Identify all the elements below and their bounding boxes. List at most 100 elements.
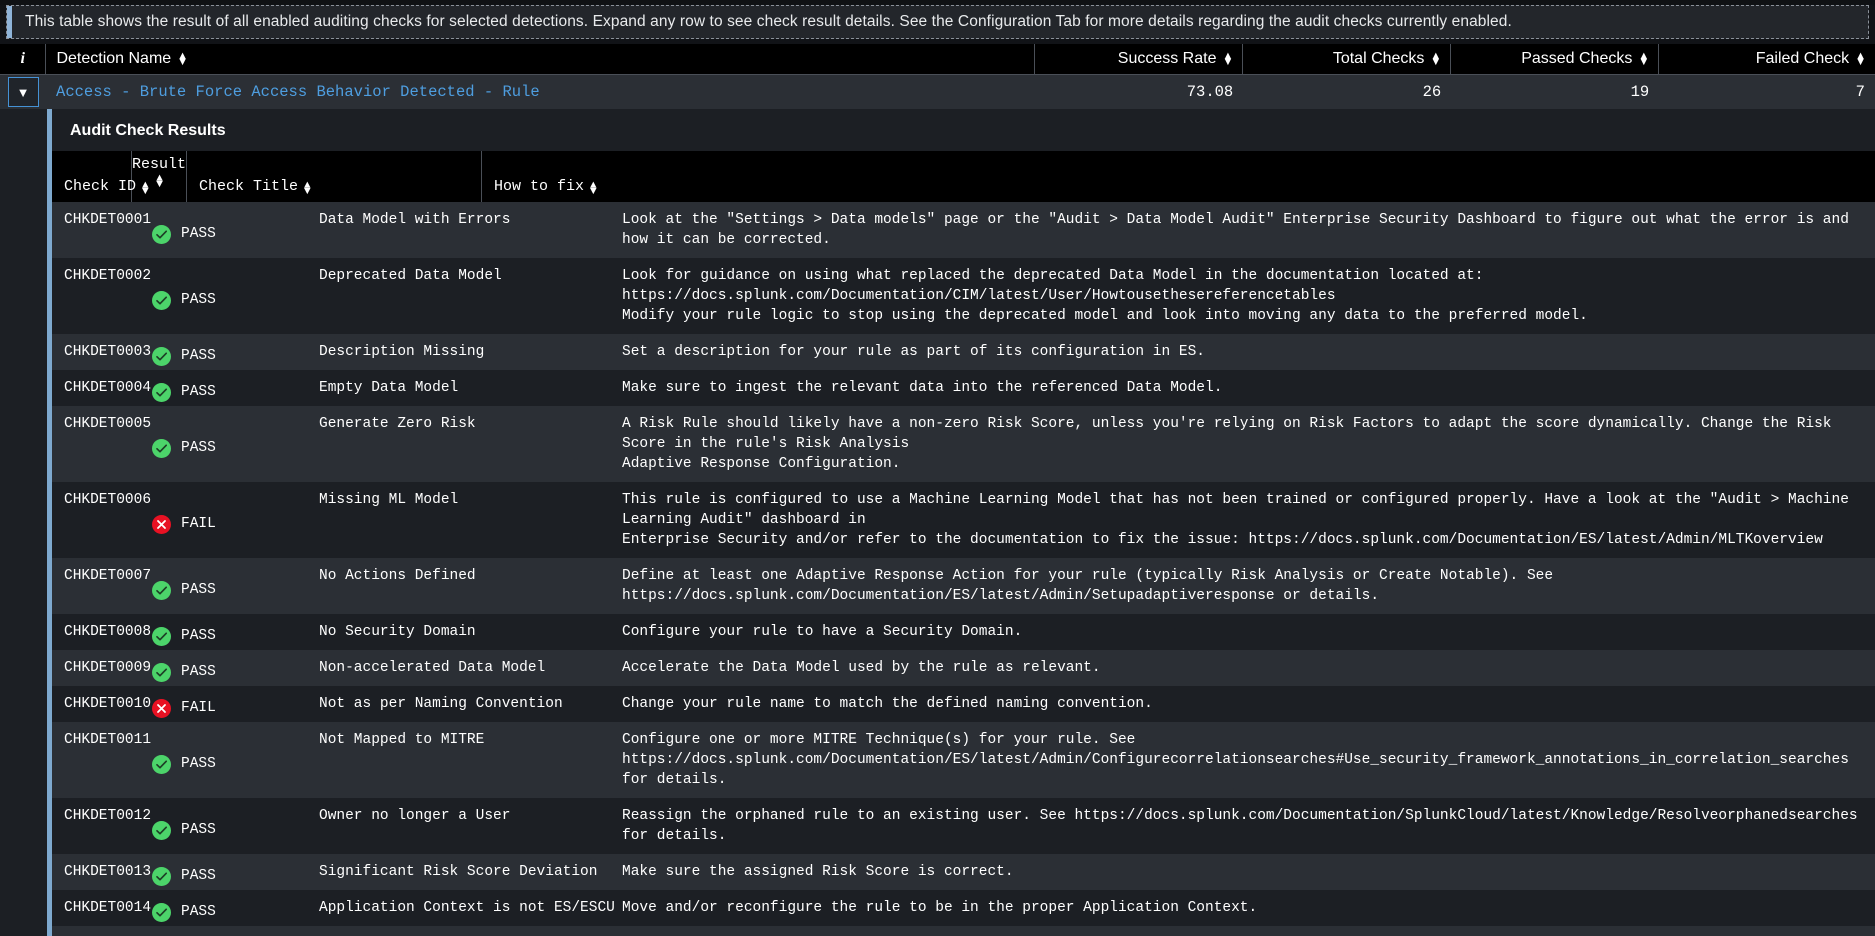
column-header-check-title-label: Check Title	[199, 178, 299, 195]
sort-icon[interactable]: ▲ ▼	[304, 181, 311, 198]
table-row[interactable]: CHKDET0003 PASS Description Missing Set a d…	[52, 334, 1875, 370]
status-badge: PASS	[181, 582, 216, 598]
cell-check-id: CHKDET0009	[64, 660, 152, 676]
sort-icon[interactable]: ▲ ▼	[177, 51, 188, 68]
table-row[interactable]: CHKDET0007 PASS No Actions Defined Define a…	[52, 558, 1875, 614]
cell-failed-checks: 7	[1855, 83, 1865, 101]
cell-total-checks: 26	[1422, 83, 1442, 101]
sort-icon[interactable]: ▲ ▼	[1855, 51, 1866, 68]
table-row[interactable]: CHKDET0002 PASS Deprecated Data Model Look …	[52, 258, 1875, 334]
column-header-result-label: Result	[132, 156, 187, 173]
table-row[interactable]: CHKDET0011 PASS Not Mapped to MITRE Configu…	[52, 722, 1875, 798]
cell-result: FAIL	[132, 926, 315, 936]
cell-result: PASS	[132, 722, 315, 798]
sort-icon[interactable]: ▲ ▼	[1222, 51, 1233, 68]
column-header-detection-name[interactable]: Detection Name ▲ ▼	[46, 43, 1036, 75]
status-badge: PASS	[181, 384, 216, 400]
column-header-failed-checks[interactable]: Failed Check ▲ ▼	[1659, 44, 1875, 75]
column-header-check-id-label: Check ID	[64, 178, 137, 195]
column-header-passed-checks[interactable]: Passed Checks ▲ ▼	[1451, 43, 1660, 75]
sort-icon[interactable]: ▲ ▼	[156, 174, 163, 191]
cell-check-id: CHKDET0010	[64, 696, 152, 712]
cell-how-to-fix: Make sure the assigned Risk Score is cor…	[622, 864, 1014, 880]
cell-check-id: CHKDET0002	[64, 268, 152, 284]
cell-how-to-fix: Change your rule name to match the defin…	[622, 696, 1153, 712]
cell-check-title: Owner no longer a User	[319, 808, 511, 824]
table-row[interactable]: CHKDET0010 FAIL Not as per Naming Conventi…	[52, 686, 1875, 722]
cell-check-title: Application Context is not ES/ESCU	[319, 900, 615, 916]
cell-check-id: CHKDET0005	[64, 416, 152, 432]
cell-check-id: CHKDET0004	[64, 380, 152, 396]
cell-how-to-fix: This rule is configured to use a Machine…	[622, 492, 1849, 548]
detections-table-header: i Detection Name ▲ ▼ Success Rate ▲ ▼ Tota…	[0, 43, 1875, 75]
cell-check-title: Empty Data Model	[319, 380, 459, 396]
status-badge: PASS	[181, 348, 216, 364]
column-header-result[interactable]: Result ▲ ▼	[132, 151, 187, 202]
table-row[interactable]: CHKDET0009 PASS Non-accelerated Data Model…	[52, 650, 1875, 686]
sort-icon[interactable]: ▲ ▼	[1638, 51, 1649, 68]
column-header-check-id[interactable]: Check ID ▲ ▼	[52, 151, 149, 202]
status-badge: PASS	[181, 226, 216, 242]
cell-check-id: CHKDET0011	[64, 732, 152, 748]
pass-icon	[152, 346, 171, 366]
audit-results-page: This table shows the result of all enabl…	[0, 5, 1875, 936]
column-header-failed-checks-label: Failed Check	[1755, 50, 1850, 67]
cell-result: PASS	[132, 406, 315, 482]
cell-passed-checks: 19	[1630, 83, 1650, 101]
cell-how-to-fix: Reassign the orphaned rule to an existin…	[622, 808, 1858, 844]
column-header-total-checks[interactable]: Total Checks ▲ ▼	[1243, 43, 1452, 75]
cell-how-to-fix: A Risk Rule should likely have a non-zer…	[622, 416, 1832, 472]
detections-table: i Detection Name ▲ ▼ Success Rate ▲ ▼ Tota…	[0, 43, 1875, 936]
pass-icon	[152, 580, 171, 600]
pass-icon	[152, 902, 171, 922]
cell-result: PASS	[132, 558, 315, 614]
cell-result: PASS	[132, 854, 315, 890]
table-row[interactable]: CHKDET0006 FAIL Missing ML Model This rule …	[52, 482, 1875, 558]
cell-result: PASS	[132, 650, 315, 686]
cell-check-title: Trigger alert when not set to: Number of…	[315, 926, 610, 936]
column-header-how-to-fix[interactable]: How to fix ▲ ▼	[482, 151, 1875, 202]
audit-table-body: CHKDET0001 PASS Data Model with Errors Look…	[52, 202, 1875, 936]
cell-how-to-fix: Set a description for your rule as part …	[622, 344, 1205, 360]
sort-icon[interactable]: ▲ ▼	[590, 181, 597, 198]
cell-check-title: Not as per Naming Convention	[319, 696, 563, 712]
column-header-check-title[interactable]: Check Title ▲ ▼	[187, 151, 482, 202]
cell-success-rate: 73.08	[1186, 83, 1234, 101]
chevron-down-icon[interactable]: ▼	[7, 77, 39, 107]
audit-table-header: Check ID ▲ ▼ Result ▲ ▼ Check Title ▲ ▼ H	[52, 151, 1875, 202]
table-row[interactable]: CHKDET0008 PASS No Security Domain Configur…	[52, 614, 1875, 650]
table-row[interactable]: CHKDET0005 PASS Generate Zero Risk A Risk R…	[52, 406, 1875, 482]
row-expand-toggle[interactable]: ▼	[0, 75, 46, 109]
pass-icon	[152, 662, 171, 682]
fail-icon	[152, 514, 171, 534]
cell-check-id: CHKDET0008	[64, 624, 152, 640]
cell-check-title: Not Mapped to MITRE	[319, 732, 485, 748]
column-header-how-to-fix-label: How to fix	[494, 178, 585, 195]
table-row[interactable]: CHKDET0013 PASS Significant Risk Score Dev…	[52, 854, 1875, 890]
table-row[interactable]: CHKDET0012 PASS Owner no longer a User Reas…	[52, 798, 1875, 854]
cell-result: PASS	[132, 614, 315, 650]
cell-how-to-fix: Rule typically should be set to alert wh…	[610, 926, 1875, 936]
column-header-total-checks-label: Total Checks	[1332, 50, 1425, 67]
info-banner: This table shows the result of all enabl…	[6, 5, 1869, 39]
cell-result: PASS	[132, 334, 315, 370]
cell-check-id: CHKDET0001	[64, 212, 152, 228]
fail-icon	[152, 698, 171, 718]
table-row[interactable]: CHKDET0001 PASS Data Model with Errors Look…	[52, 202, 1875, 258]
cell-check-id: CHKDET0014	[64, 900, 152, 916]
pass-icon	[152, 438, 171, 458]
status-badge: PASS	[181, 756, 216, 772]
table-row[interactable]: CHKDET0015FAILTrigger alert when not set…	[52, 926, 1875, 936]
pass-icon	[152, 224, 171, 244]
sort-icon[interactable]: ▲ ▼	[1430, 51, 1441, 68]
cell-result: PASS	[132, 798, 315, 854]
table-row[interactable]: ▼ Access - Brute Force Access Behavior D…	[0, 75, 1875, 109]
table-row[interactable]: CHKDET0014 PASS Application Context is not…	[52, 890, 1875, 926]
pass-icon	[152, 626, 171, 646]
expanded-row-detail: Audit Check Results Check ID ▲ ▼ Result ▲…	[0, 109, 1875, 936]
detection-name-link[interactable]: Access - Brute Force Access Behavior Det…	[46, 83, 1035, 101]
table-row[interactable]: CHKDET0004 PASS Empty Data Model Make sure …	[52, 370, 1875, 406]
cell-how-to-fix: Configure one or more MITRE Technique(s)…	[622, 732, 1849, 788]
cell-result: PASS	[132, 370, 315, 406]
column-header-success-rate[interactable]: Success Rate ▲ ▼	[1035, 43, 1244, 75]
